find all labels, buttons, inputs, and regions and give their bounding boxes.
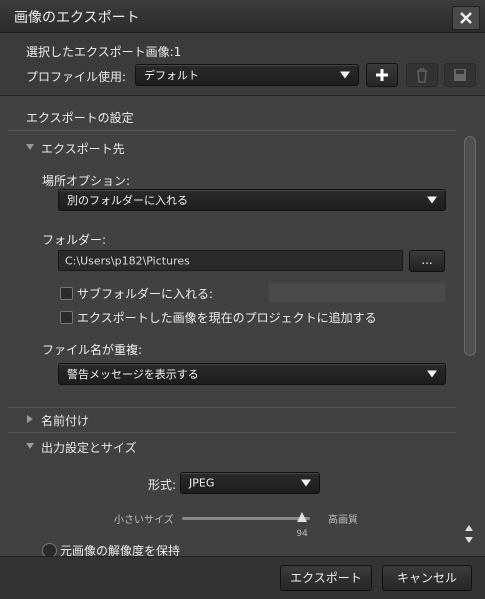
format-dropdown[interactable]: JPEG bbox=[180, 472, 320, 494]
settings-panel: エクスポートの設定 エクスポート先 場所オプション: 別のフォルダーに入れる フ… bbox=[0, 96, 485, 558]
add-to-project-label: エクスポートした画像を現在のプロジェクトに追加する bbox=[77, 311, 377, 325]
quality-slider-track bbox=[182, 517, 310, 520]
delete-profile-button[interactable] bbox=[406, 63, 438, 87]
section-export-dest-title: エクスポート先 bbox=[41, 142, 125, 156]
add-profile-button[interactable] bbox=[366, 63, 398, 87]
profile-label: プロファイル使用: bbox=[26, 70, 127, 84]
location-value: 別のフォルダーに入れる bbox=[67, 194, 188, 207]
format-value: JPEG bbox=[189, 476, 215, 490]
location-label: 場所オプション: bbox=[42, 174, 131, 188]
trash-icon bbox=[417, 68, 427, 83]
folder-path-value: C:\Users\p182\Pictures bbox=[65, 254, 190, 267]
footer: エクスポート キャンセル bbox=[0, 556, 485, 599]
browse-folder-button[interactable]: ... bbox=[409, 250, 445, 272]
triangle-down-icon bbox=[26, 144, 34, 150]
duplicate-value: 警告メッセージを表示する bbox=[67, 368, 199, 381]
save-icon bbox=[454, 69, 466, 81]
profile-dropdown[interactable]: デフォルト bbox=[135, 64, 359, 86]
plus-icon bbox=[376, 69, 388, 81]
quality-slider-thumb[interactable] bbox=[297, 512, 308, 522]
chevron-down-icon bbox=[301, 479, 311, 487]
triangle-right-icon bbox=[27, 415, 33, 423]
selected-count: 選択したエクスポート画像:1 bbox=[26, 45, 182, 59]
quality-slider[interactable] bbox=[182, 512, 310, 524]
folder-path-field[interactable]: C:\Users\p182\Pictures bbox=[58, 250, 403, 271]
subfolder-name-field[interactable] bbox=[268, 282, 446, 303]
location-dropdown[interactable]: 別のフォルダーに入れる bbox=[58, 189, 446, 211]
cancel-button[interactable]: キャンセル bbox=[382, 565, 472, 591]
divider bbox=[8, 130, 456, 131]
chevron-down-icon bbox=[427, 370, 437, 378]
save-profile-button[interactable] bbox=[444, 63, 476, 87]
title-bar: 画像のエクスポート bbox=[0, 0, 485, 33]
section-output-title: 出力設定とサイズ bbox=[41, 441, 137, 455]
chevron-down-icon bbox=[340, 71, 350, 79]
export-header: 選択したエクスポート画像:1 プロファイル使用: デフォルト bbox=[0, 33, 485, 96]
subfolder-label: サブフォルダーに入れる: bbox=[77, 287, 214, 301]
duplicate-dropdown[interactable]: 警告メッセージを表示する bbox=[58, 363, 446, 385]
divider bbox=[8, 407, 456, 408]
format-label: 形式: bbox=[148, 478, 177, 492]
quality-low-label: 小さいサイズ bbox=[114, 515, 174, 526]
quality-value: 94 bbox=[296, 529, 308, 539]
export-button[interactable]: エクスポート bbox=[280, 565, 372, 591]
scroll-arrows-icon[interactable] bbox=[463, 523, 475, 545]
add-to-project-checkbox[interactable] bbox=[60, 311, 73, 324]
profile-value: デフォルト bbox=[144, 69, 199, 82]
triangle-down-icon bbox=[26, 443, 34, 449]
scrollbar-thumb[interactable] bbox=[464, 136, 476, 356]
chevron-down-icon bbox=[427, 196, 437, 204]
quality-high-label: 高画質 bbox=[328, 515, 358, 526]
duplicate-label: ファイル名が重複: bbox=[42, 343, 143, 357]
folder-label: フォルダー: bbox=[42, 233, 107, 247]
close-button[interactable] bbox=[452, 6, 480, 30]
settings-heading: エクスポートの設定 bbox=[26, 111, 134, 125]
close-icon bbox=[460, 12, 472, 24]
section-naming-title: 名前付け bbox=[41, 414, 90, 428]
window-title: 画像のエクスポート bbox=[14, 10, 140, 26]
subfolder-checkbox[interactable] bbox=[60, 287, 73, 300]
divider bbox=[8, 432, 456, 433]
